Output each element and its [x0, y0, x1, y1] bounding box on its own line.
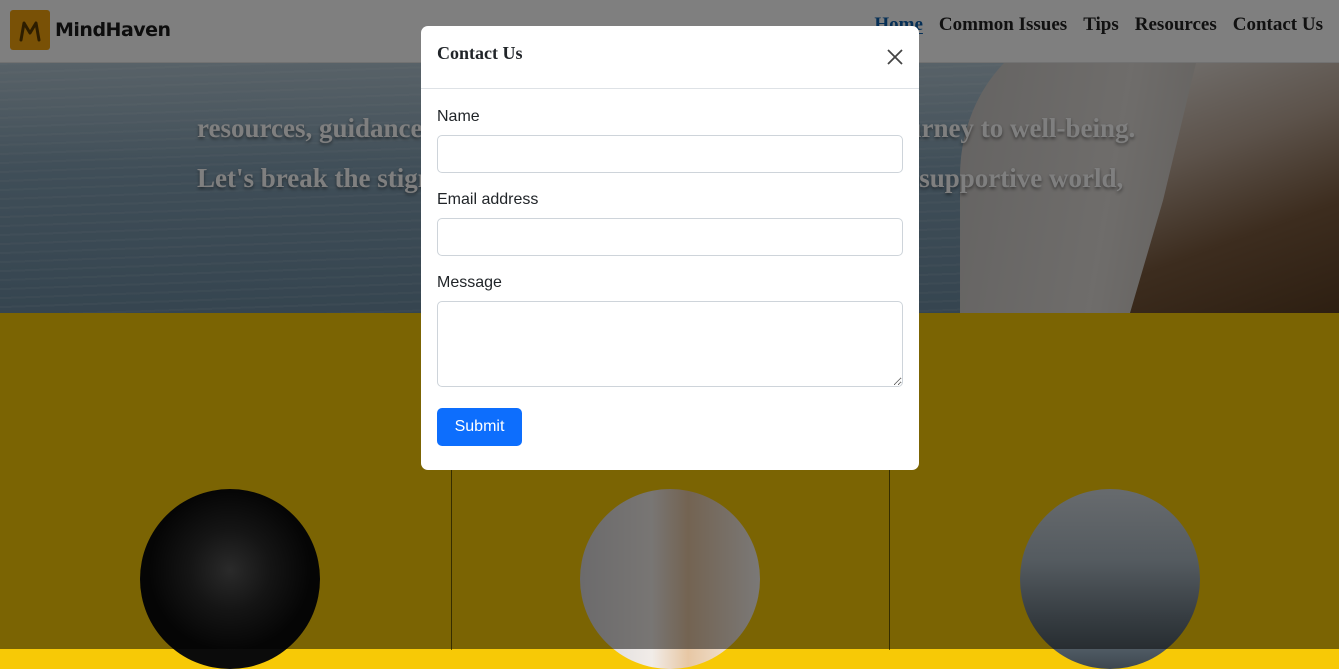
message-group: Message [437, 274, 903, 392]
name-group: Name [437, 108, 903, 173]
modal-body: Name Email address Message Submit [421, 89, 919, 446]
email-group: Email address [437, 191, 903, 256]
email-label: Email address [437, 191, 539, 208]
message-label: Message [437, 274, 502, 291]
name-input[interactable] [437, 135, 903, 173]
modal-title: Contact Us [437, 43, 523, 63]
submit-button[interactable]: Submit [437, 408, 522, 446]
name-label: Name [437, 108, 480, 125]
email-input[interactable] [437, 218, 903, 256]
contact-modal: Contact Us Name Email address Message Su… [421, 26, 919, 470]
modal-header: Contact Us [421, 26, 919, 89]
close-icon[interactable] [885, 47, 905, 67]
message-textarea[interactable] [437, 301, 903, 387]
